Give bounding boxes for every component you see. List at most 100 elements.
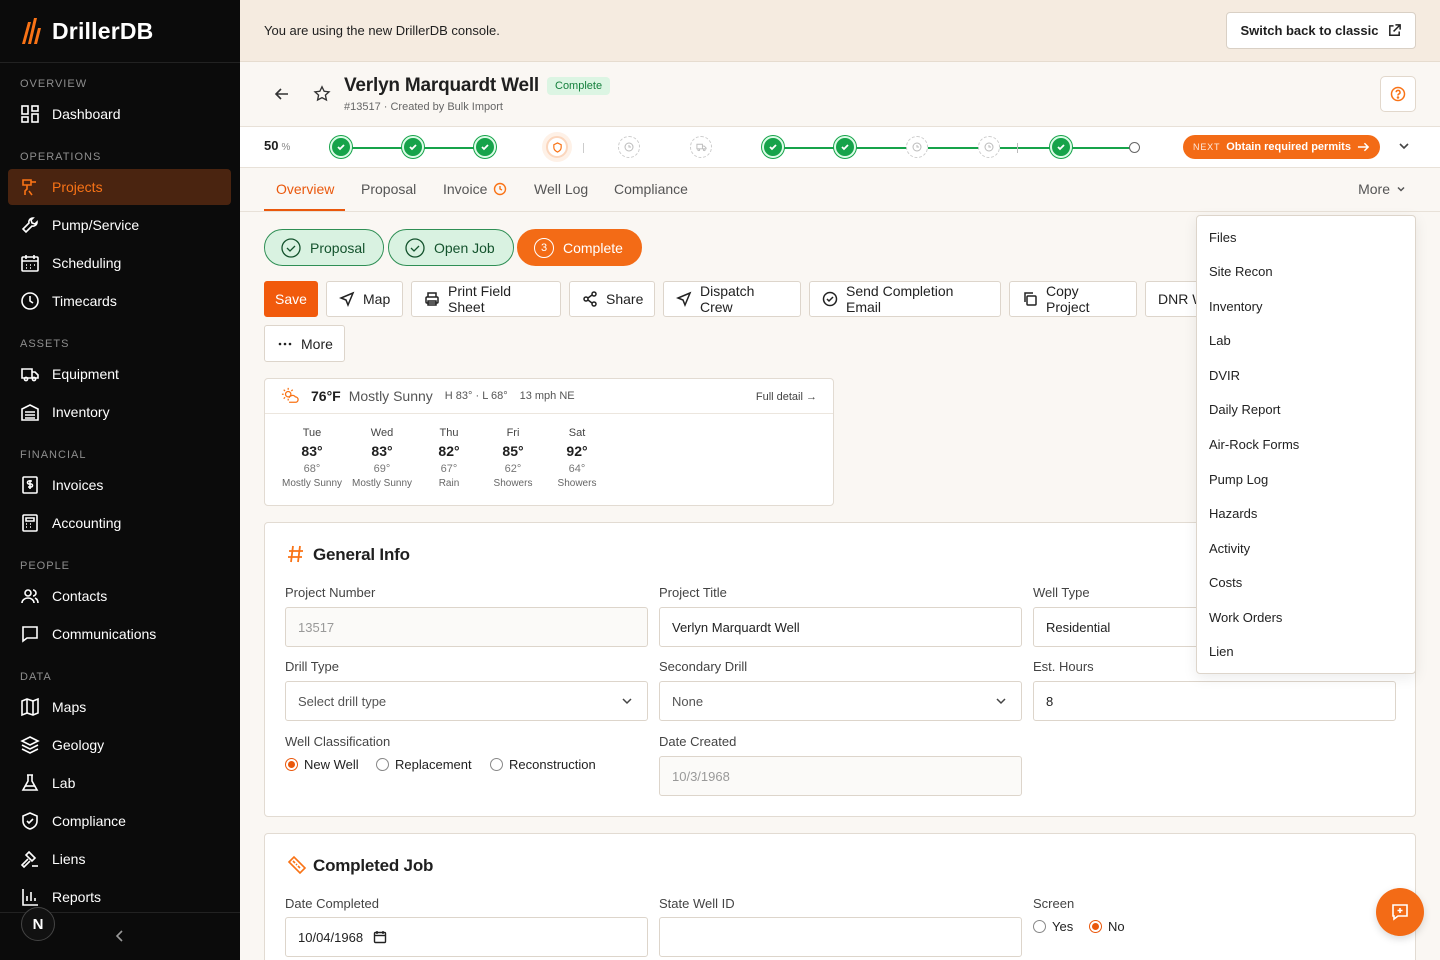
step-done[interactable] [330, 136, 352, 158]
stage-proposal[interactable]: Proposal [264, 229, 385, 266]
sidebar-label: Reports [52, 889, 102, 905]
tab-overview[interactable]: Overview [276, 181, 334, 197]
menu-item-lab[interactable]: Lab [1209, 333, 1231, 348]
ruler-icon [287, 855, 307, 875]
card-title: Completed Job [313, 856, 434, 875]
feedback-button[interactable] [1376, 888, 1424, 936]
check-circle-icon [822, 291, 838, 307]
step-current[interactable] [546, 136, 568, 158]
sidebar-item-lab[interactable]: Lab [8, 765, 231, 801]
radio-replacement[interactable]: Replacement [376, 757, 472, 772]
menu-item-hazards[interactable]: Hazards [1209, 506, 1257, 521]
help-button[interactable] [1380, 76, 1416, 112]
avatar[interactable]: N [21, 907, 55, 941]
message-plus-icon [1390, 902, 1410, 922]
state-well-id-field[interactable] [659, 917, 1022, 957]
menu-item-air-rock-forms[interactable]: Air-Rock Forms [1209, 437, 1299, 452]
back-arrow-icon[interactable] [274, 86, 290, 102]
sidebar-item-communications[interactable]: Communications [8, 616, 231, 652]
switch-classic-button[interactable]: Switch back to classic [1226, 12, 1416, 49]
next-step-button[interactable]: NEXT Obtain required permits [1183, 135, 1380, 159]
shield-icon [552, 141, 563, 153]
sidebar-item-invoices[interactable]: Invoices [8, 467, 231, 503]
radio-screen-yes[interactable]: Yes [1033, 919, 1073, 934]
section-overview: OVERVIEW [20, 78, 88, 90]
forecast-day: Sat 92° 64° Showers [542, 427, 612, 489]
step-pending[interactable] [690, 136, 712, 158]
calendar-icon[interactable] [373, 930, 387, 944]
map-button[interactable]: Map [326, 281, 403, 317]
menu-item-dvir[interactable]: DVIR [1209, 368, 1240, 383]
sidebar-item-scheduling[interactable]: Scheduling [8, 245, 231, 281]
menu-item-pump-log[interactable]: Pump Log [1209, 472, 1268, 487]
forecast-low: 67° [440, 463, 458, 475]
radio-screen-no[interactable]: No [1089, 919, 1125, 934]
date-completed-field[interactable]: 10/04/1968 [285, 917, 648, 957]
sidebar-item-pump-service[interactable]: Pump/Service [8, 207, 231, 243]
project-title-field[interactable]: Verlyn Marquardt Well [659, 607, 1022, 647]
project-number-field: 13517 [285, 607, 648, 647]
sidebar-item-accounting[interactable]: Accounting [8, 505, 231, 541]
step-done[interactable] [762, 136, 784, 158]
sidebar-item-equipment[interactable]: Equipment [8, 356, 231, 392]
menu-item-work-orders[interactable]: Work Orders [1209, 610, 1282, 625]
menu-item-inventory[interactable]: Inventory [1209, 299, 1262, 314]
dispatch-crew-button[interactable]: Dispatch Crew [663, 281, 801, 317]
bar-chart-icon [20, 887, 52, 907]
forecast-day: Fri 85° 62° Showers [478, 427, 548, 489]
star-icon[interactable] [313, 85, 331, 103]
sidebar-item-timecards[interactable]: Timecards [8, 283, 231, 319]
sidebar-item-compliance[interactable]: Compliance [8, 803, 231, 839]
sidebar-item-projects[interactable]: Projects [8, 169, 231, 205]
collapse-sidebar-icon[interactable] [114, 929, 126, 943]
stage-open-job[interactable]: Open Job [388, 229, 514, 266]
more-actions-button[interactable]: More [264, 325, 345, 362]
weather-full-detail-link[interactable]: Full detail → [756, 391, 817, 403]
sidebar-item-maps[interactable]: Maps [8, 689, 231, 725]
step-done[interactable] [1050, 136, 1072, 158]
menu-item-site-recon[interactable]: Site Recon [1209, 264, 1273, 279]
project-header: Verlyn Marquardt Well Complete #13517 · … [240, 62, 1440, 127]
sidebar-item-dashboard[interactable]: Dashboard [8, 96, 231, 132]
drill-type-select[interactable]: Select drill type [285, 681, 648, 721]
sidebar-item-inventory[interactable]: Inventory [8, 394, 231, 430]
secondary-drill-select[interactable]: None [659, 681, 1022, 721]
sidebar-item-geology[interactable]: Geology [8, 727, 231, 763]
print-field-sheet-button[interactable]: Print Field Sheet [411, 281, 561, 317]
step-done[interactable] [834, 136, 856, 158]
menu-item-costs[interactable]: Costs [1209, 575, 1242, 590]
step-pending[interactable] [618, 136, 640, 158]
menu-item-activity[interactable]: Activity [1209, 541, 1250, 556]
share-button[interactable]: Share [569, 281, 655, 317]
menu-item-daily-report[interactable]: Daily Report [1209, 402, 1281, 417]
copy-project-button[interactable]: Copy Project [1009, 281, 1137, 317]
tab-compliance[interactable]: Compliance [614, 181, 688, 197]
tab-more[interactable]: More [1358, 181, 1406, 197]
step-done[interactable] [402, 136, 424, 158]
tab-well-log[interactable]: Well Log [534, 181, 588, 197]
sidebar-item-liens[interactable]: Liens [8, 841, 231, 877]
send-completion-email-button[interactable]: Send Completion Email [809, 281, 1001, 317]
brand[interactable]: DrillerDB [0, 0, 240, 63]
step-done[interactable] [474, 136, 496, 158]
save-button[interactable]: Save [264, 281, 318, 317]
sidebar-label: Equipment [52, 366, 119, 382]
more-menu: Files Site Recon Inventory Lab DVIR Dail… [1196, 215, 1416, 674]
menu-item-lien[interactable]: Lien [1209, 644, 1234, 659]
sidebar-item-contacts[interactable]: Contacts [8, 578, 231, 614]
sidebar-label: Compliance [52, 813, 126, 829]
page-title: Verlyn Marquardt Well [344, 75, 540, 96]
tab-proposal[interactable]: Proposal [361, 181, 416, 197]
menu-item-files[interactable]: Files [1209, 230, 1236, 245]
radio-new-well[interactable]: New Well [285, 757, 359, 772]
project-subtitle: #13517 · Created by Bulk Import [344, 101, 503, 113]
step-pending[interactable] [978, 136, 1000, 158]
step-pending[interactable] [906, 136, 928, 158]
weather-current: 76°F Mostly Sunny H 83° · L 68° 13 mph N… [265, 379, 833, 414]
est-hours-field[interactable]: 8 [1033, 681, 1396, 721]
chevron-down-icon[interactable] [1398, 140, 1410, 152]
stage-complete[interactable]: 3 Complete [517, 229, 642, 266]
radio-reconstruction[interactable]: Reconstruction [490, 757, 596, 772]
tab-invoice[interactable]: Invoice [443, 181, 507, 197]
weather-temp: 76°F [311, 388, 341, 404]
